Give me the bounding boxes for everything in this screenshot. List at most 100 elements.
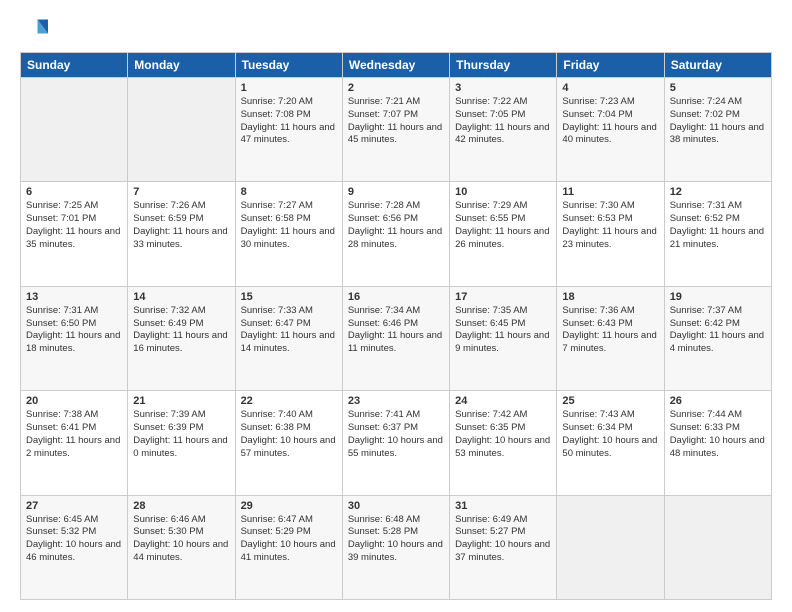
page-header [20,16,772,44]
day-number: 3 [455,82,551,94]
cell-text: Sunrise: 6:45 AM [26,514,122,527]
calendar-cell: 12 Sunrise: 7:31 AMSunset: 6:52 PMDayligh… [664,182,771,286]
cell-text: Daylight: 11 hours and 47 minutes. [241,122,337,148]
calendar-cell: 28Sunrise: 6:46 AMSunset: 5:30 PMDayligh… [128,495,235,599]
cell-text: Sunrise: 7:28 AM [348,200,444,213]
calendar-cell: 10Sunrise: 7:29 AMSunset: 6:55 PMDayligh… [450,182,557,286]
calendar-cell [557,495,664,599]
days-header-row: SundayMondayTuesdayWednesdayThursdayFrid… [21,53,772,78]
calendar-cell: 22Sunrise: 7:40 AMSunset: 6:38 PMDayligh… [235,391,342,495]
day-number: 12 [670,186,766,198]
day-number: 17 [455,291,551,303]
day-number: 21 [133,395,229,407]
cell-text: Daylight: 11 hours and 35 minutes. [26,226,122,252]
calendar-cell: 8Sunrise: 7:27 AMSunset: 6:58 PMDaylight… [235,182,342,286]
day-number: 8 [241,186,337,198]
day-number: 14 [133,291,229,303]
day-number: 20 [26,395,122,407]
calendar-cell: 23Sunrise: 7:41 AMSunset: 6:37 PMDayligh… [342,391,449,495]
calendar-cell: 26Sunrise: 7:44 AMSunset: 6:33 PMDayligh… [664,391,771,495]
day-header-friday: Friday [557,53,664,78]
cell-text: Sunset: 7:05 PM [455,109,551,122]
cell-text: Sunrise: 7:31 AM [670,200,766,213]
calendar-cell: 25Sunrise: 7:43 AMSunset: 6:34 PMDayligh… [557,391,664,495]
cell-text: Daylight: 11 hours and 30 minutes. [241,226,337,252]
cell-text: Sunset: 7:04 PM [562,109,658,122]
day-number: 10 [455,186,551,198]
cell-text: Daylight: 11 hours and 11 minutes. [348,330,444,356]
cell-text: Sunset: 5:30 PM [133,526,229,539]
cell-text: Daylight: 11 hours and 42 minutes. [455,122,551,148]
calendar-cell: 6Sunrise: 7:25 AMSunset: 7:01 PMDaylight… [21,182,128,286]
cell-text: Sunrise: 7:27 AM [241,200,337,213]
cell-text: Daylight: 11 hours and 45 minutes. [348,122,444,148]
day-number: 13 [26,291,122,303]
calendar-cell: 2Sunrise: 7:21 AMSunset: 7:07 PMDaylight… [342,78,449,182]
cell-text: Sunset: 6:37 PM [348,422,444,435]
day-number: 25 [562,395,658,407]
day-header-sunday: Sunday [21,53,128,78]
cell-text: Sunset: 5:32 PM [26,526,122,539]
cell-text: Sunset: 6:47 PM [241,318,337,331]
cell-text: Sunrise: 7:37 AM [670,305,766,318]
cell-text: Sunrise: 7:20 AM [241,96,337,109]
cell-text: Daylight: 11 hours and 23 minutes. [562,226,658,252]
cell-text: Daylight: 11 hours and 26 minutes. [455,226,551,252]
day-header-saturday: Saturday [664,53,771,78]
cell-text: Sunset: 6:34 PM [562,422,658,435]
cell-text: Sunrise: 7:42 AM [455,409,551,422]
cell-text: Daylight: 11 hours and 0 minutes. [133,435,229,461]
cell-text: Sunset: 6:35 PM [455,422,551,435]
cell-text: Daylight: 11 hours and 28 minutes. [348,226,444,252]
calendar-cell: 14Sunrise: 7:32 AMSunset: 6:49 PMDayligh… [128,286,235,390]
cell-text: Sunrise: 7:32 AM [133,305,229,318]
week-row-1: 1Sunrise: 7:20 AMSunset: 7:08 PMDaylight… [21,78,772,182]
calendar-cell: 18Sunrise: 7:36 AMSunset: 6:43 PMDayligh… [557,286,664,390]
cell-text: Daylight: 11 hours and 33 minutes. [133,226,229,252]
cell-text: Sunrise: 7:33 AM [241,305,337,318]
calendar-cell: 17Sunrise: 7:35 AMSunset: 6:45 PMDayligh… [450,286,557,390]
day-number: 26 [670,395,766,407]
cell-text: Sunrise: 7:22 AM [455,96,551,109]
calendar-cell: 20Sunrise: 7:38 AMSunset: 6:41 PMDayligh… [21,391,128,495]
cell-text: Daylight: 10 hours and 37 minutes. [455,539,551,565]
cell-text: Sunset: 6:56 PM [348,213,444,226]
day-number: 16 [348,291,444,303]
logo-icon [20,16,48,44]
calendar-cell: 27Sunrise: 6:45 AMSunset: 5:32 PMDayligh… [21,495,128,599]
cell-text: Sunrise: 6:47 AM [241,514,337,527]
day-number: 27 [26,500,122,512]
cell-text: Sunrise: 7:36 AM [562,305,658,318]
cell-text: Daylight: 10 hours and 57 minutes. [241,435,337,461]
cell-text: Sunset: 5:28 PM [348,526,444,539]
cell-text: Daylight: 10 hours and 53 minutes. [455,435,551,461]
cell-text: Sunrise: 7:35 AM [455,305,551,318]
calendar-cell: 1Sunrise: 7:20 AMSunset: 7:08 PMDaylight… [235,78,342,182]
calendar-cell [128,78,235,182]
cell-text: Sunrise: 7:40 AM [241,409,337,422]
cell-text: Daylight: 11 hours and 40 minutes. [562,122,658,148]
cell-text: Sunset: 6:45 PM [455,318,551,331]
calendar-cell: 5Sunrise: 7:24 AMSunset: 7:02 PMDaylight… [664,78,771,182]
cell-text: Sunrise: 7:39 AM [133,409,229,422]
cell-text: Sunset: 6:53 PM [562,213,658,226]
cell-text: Daylight: 10 hours and 48 minutes. [670,435,766,461]
logo [20,16,52,44]
cell-text: Daylight: 11 hours and 18 minutes. [26,330,122,356]
cell-text: Sunset: 7:02 PM [670,109,766,122]
day-number: 24 [455,395,551,407]
week-row-3: 13Sunrise: 7:31 AMSunset: 6:50 PMDayligh… [21,286,772,390]
calendar-cell: 4Sunrise: 7:23 AMSunset: 7:04 PMDaylight… [557,78,664,182]
cell-text: Sunset: 6:38 PM [241,422,337,435]
cell-text: Daylight: 11 hours and 21 minutes. [670,226,766,252]
cell-text: Sunrise: 7:24 AM [670,96,766,109]
cell-text: Sunset: 6:52 PM [670,213,766,226]
cell-text: Daylight: 11 hours and 2 minutes. [26,435,122,461]
cell-text: Daylight: 10 hours and 50 minutes. [562,435,658,461]
cell-text: Sunset: 6:50 PM [26,318,122,331]
calendar-cell: 3 Sunrise: 7:22 AMSunset: 7:05 PMDaylight… [450,78,557,182]
day-number: 4 [562,82,658,94]
day-number: 31 [455,500,551,512]
week-row-5: 27 Sunrise: 6:45 AMSunset: 5:32 PM Dayligh… [21,495,772,599]
day-number: 15 [241,291,337,303]
